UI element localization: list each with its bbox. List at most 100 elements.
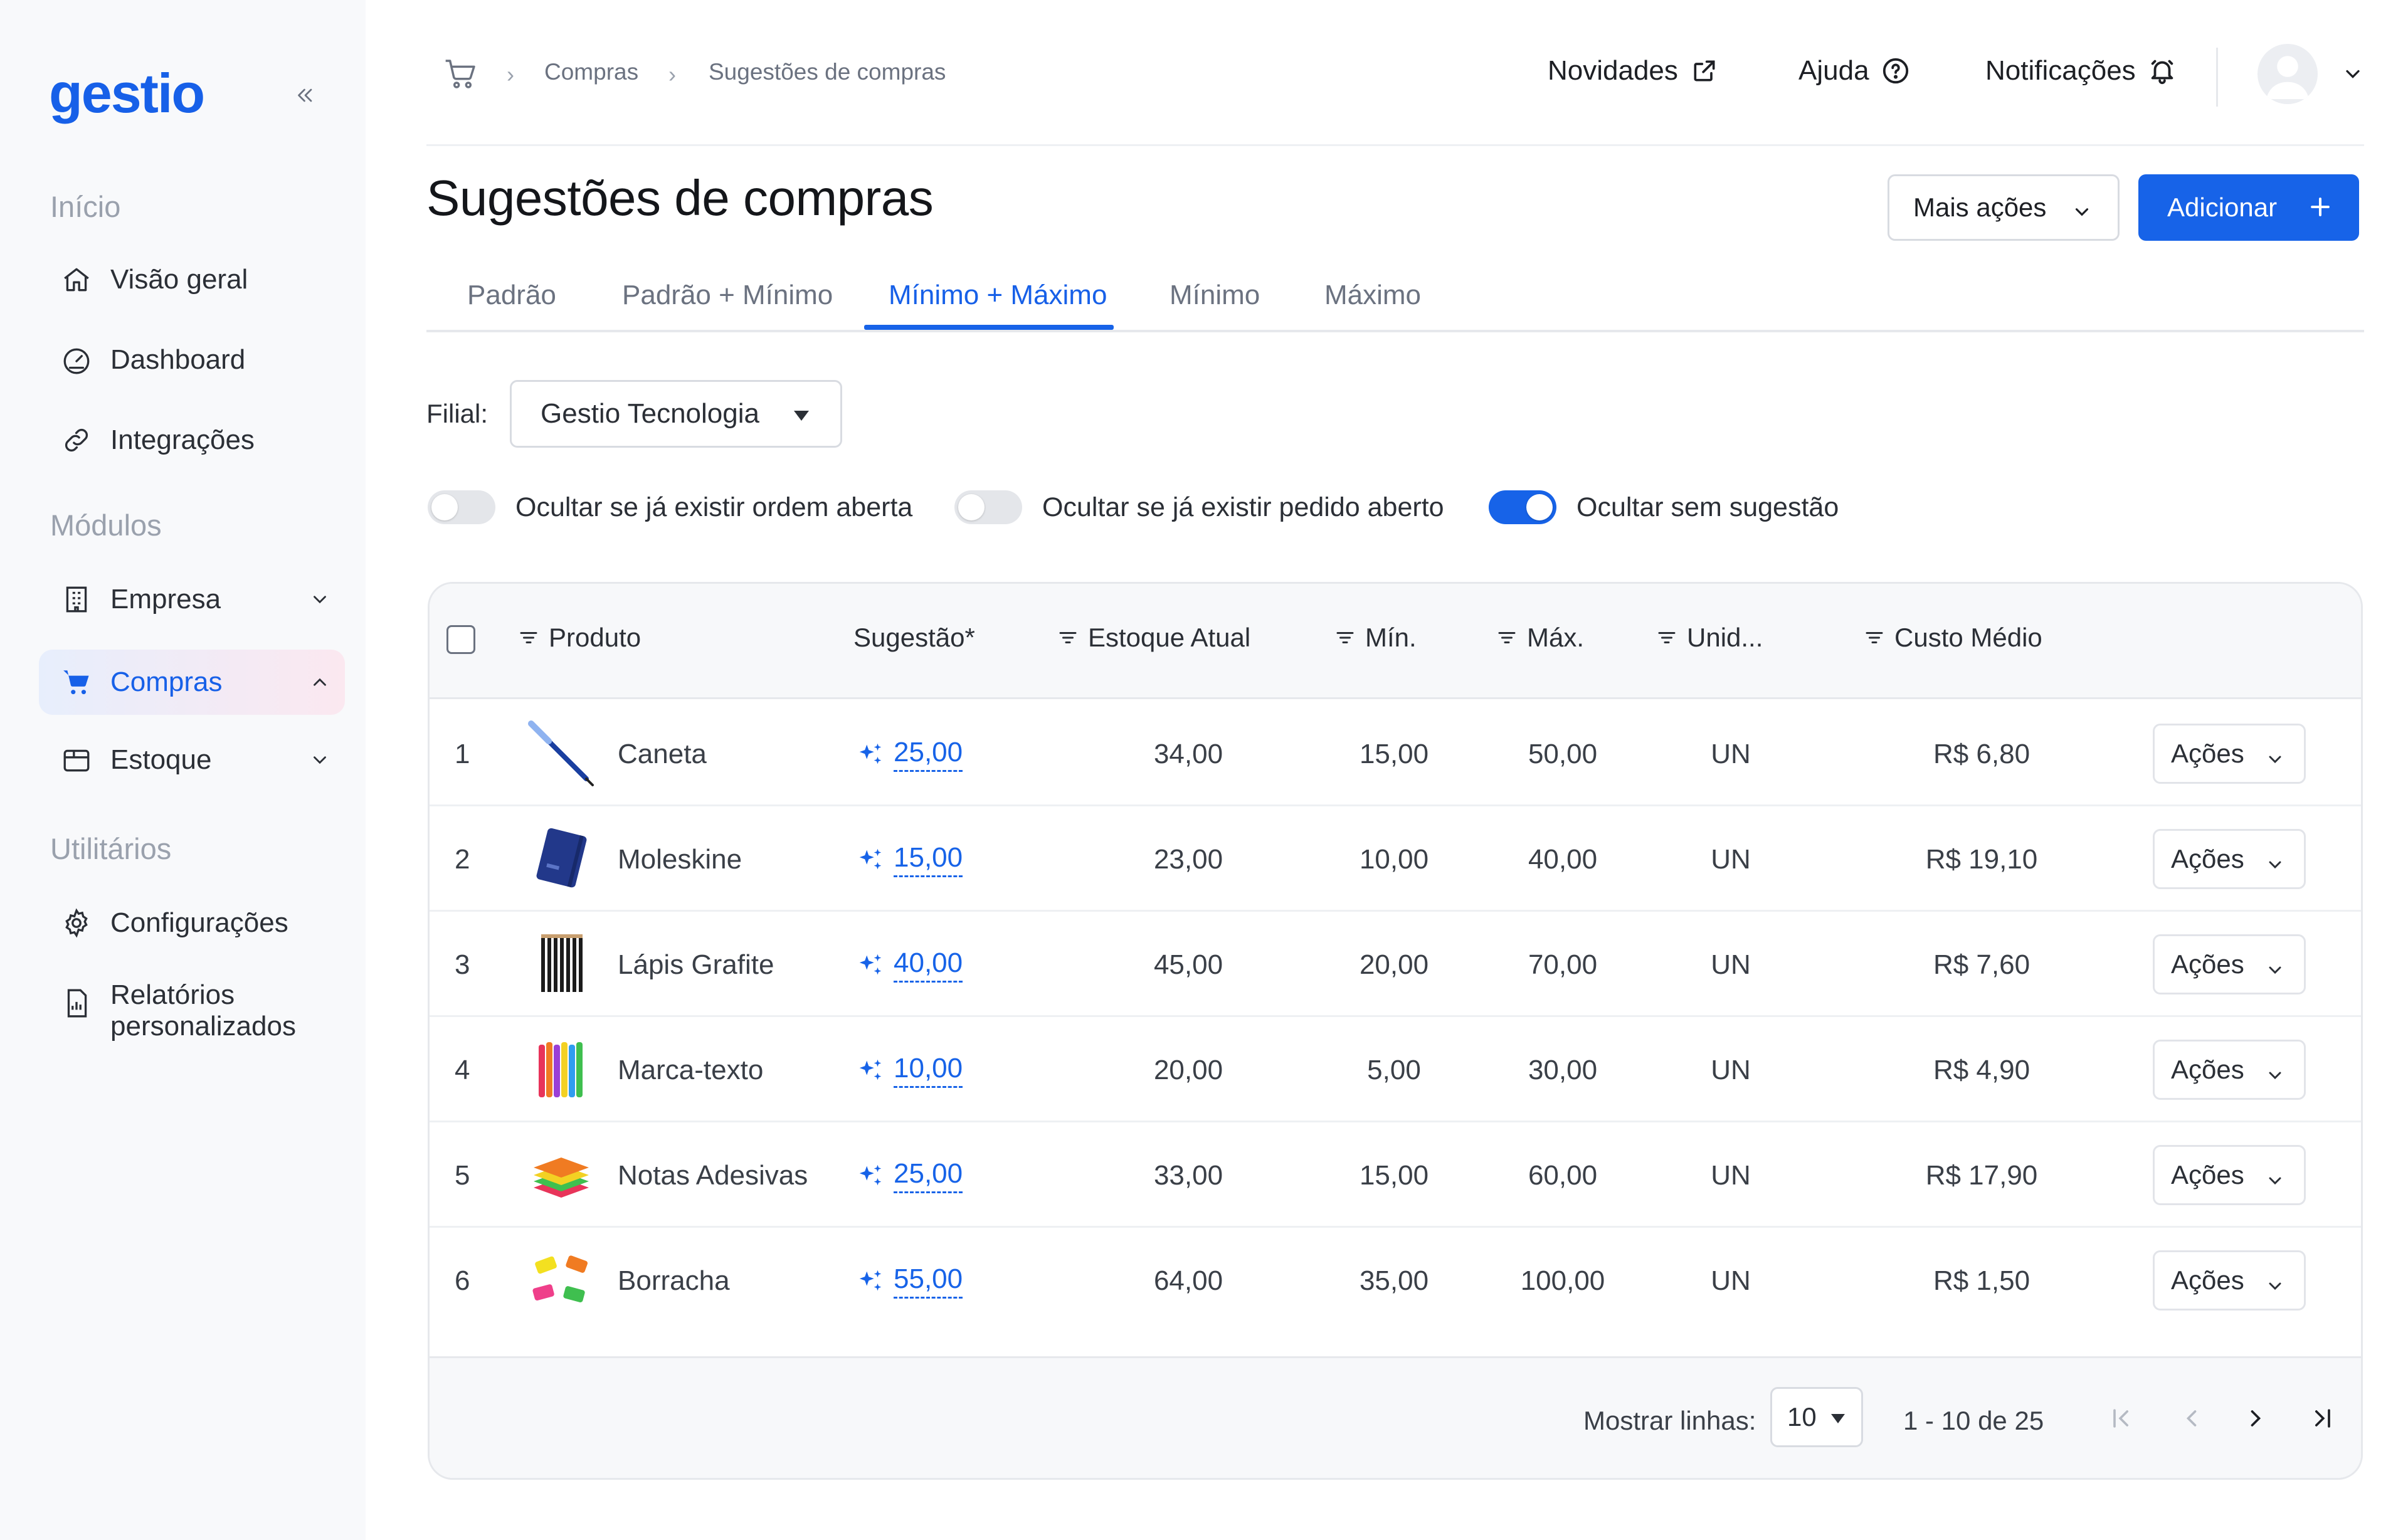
sidebar-item-visao-geral[interactable]: Visão geral	[39, 247, 345, 312]
filial-select[interactable]: Gestio Tecnologia	[510, 380, 842, 448]
next-page-icon[interactable]	[2237, 1400, 2274, 1437]
suggestion-value[interactable]: 25,00	[856, 1158, 963, 1193]
sidebar-item-compras[interactable]: Compras	[39, 650, 345, 715]
sparkle-icon	[859, 1164, 882, 1185]
filter-icon	[1334, 626, 1356, 649]
max-value: 30,00	[1528, 1055, 1598, 1085]
add-button[interactable]: Adicionar	[2138, 174, 2359, 241]
table-row[interactable]: 5 Notas Adesivas 25,00 33,00 15,00 60,00…	[430, 1122, 2361, 1228]
tab-padrao-minimo[interactable]: Padrão + Mínimo	[622, 280, 833, 332]
section-modulos: Módulos	[50, 509, 162, 542]
toggle-switch[interactable]	[1489, 490, 1556, 524]
suggestion-text: 55,00	[894, 1263, 963, 1299]
breadcrumb-compras[interactable]: Compras	[544, 59, 638, 85]
cart-icon[interactable]	[443, 56, 478, 95]
column-estoque-atual[interactable]: Estoque Atual	[1057, 623, 1250, 653]
tab-minimo[interactable]: Mínimo	[1170, 280, 1260, 332]
filter-icon	[1863, 626, 1886, 649]
tab-padrao[interactable]: Padrão	[467, 280, 556, 332]
sidebar-item-estoque[interactable]: Estoque	[39, 727, 345, 793]
column-min[interactable]: Mín.	[1334, 623, 1417, 653]
sidebar-item-empresa[interactable]: Empresa	[39, 567, 345, 632]
avatar[interactable]	[2258, 44, 2318, 104]
toggle-switch[interactable]	[954, 490, 1022, 524]
custo-medio: R$ 17,90	[1925, 1160, 2038, 1191]
column-produto[interactable]: Produto	[517, 623, 641, 653]
toggle-switch[interactable]	[428, 490, 495, 524]
first-page-icon[interactable]	[2103, 1400, 2140, 1437]
sidebar-item-dashboard[interactable]: Dashboard	[39, 327, 345, 393]
column-label: Unid...	[1687, 623, 1763, 652]
gestio-logo[interactable]: gestio	[49, 61, 205, 125]
more-actions-label: Mais ações	[1913, 192, 2047, 222]
table-row[interactable]: 3 Lápis Grafite 40,00 45,00 20,00 70,00 …	[430, 912, 2361, 1017]
row-number: 6	[455, 1265, 470, 1296]
bell-icon	[2147, 56, 2177, 86]
chevron-down-icon	[2265, 1167, 2285, 1197]
min-value: 20,00	[1359, 949, 1429, 980]
rows-per-page-select[interactable]: 10	[1770, 1387, 1863, 1447]
suggestion-text: 15,00	[894, 841, 963, 877]
chevron-down-icon	[2265, 1062, 2285, 1092]
previous-page-icon[interactable]	[2173, 1400, 2210, 1437]
report-icon	[59, 986, 94, 1021]
sidebar-item-configuracoes[interactable]: Configurações	[39, 890, 345, 956]
row-actions-button[interactable]: Ações	[2153, 1145, 2306, 1205]
column-custo-medio[interactable]: Custo Médio	[1863, 623, 2042, 653]
table-body: 1 Caneta 25,00 34,00 15,00 50,00 UN R$ 6…	[430, 701, 2361, 1320]
column-sugestao[interactable]: Sugestão*	[853, 623, 975, 653]
highlighters-product-image	[524, 1032, 599, 1107]
novidades-link[interactable]: Novidades	[1548, 55, 1719, 87]
pen-product-image	[524, 716, 599, 791]
table-row[interactable]: 4 Marca-texto 10,00 20,00 5,00 30,00 UN …	[430, 1017, 2361, 1122]
suggestion-value[interactable]: 10,00	[856, 1052, 963, 1088]
table-row[interactable]: 2 Moleskine 15,00 23,00 10,00 40,00 UN R…	[430, 806, 2361, 912]
actions-label: Ações	[2171, 949, 2244, 979]
suggestion-value[interactable]: 40,00	[856, 947, 963, 983]
top-bar: › Compras › Sugestões de compras Novidad…	[426, 44, 2364, 107]
suggestion-value[interactable]: 15,00	[856, 841, 963, 877]
breadcrumb-separator-icon: ›	[668, 61, 676, 87]
sidebar-item-relatorios[interactable]: Relatórios personalizados	[39, 971, 345, 1050]
row-actions-button[interactable]: Ações	[2153, 934, 2306, 994]
max-value: 70,00	[1528, 949, 1598, 980]
table-row[interactable]: 1 Caneta 25,00 34,00 15,00 50,00 UN R$ 6…	[430, 701, 2361, 806]
sidebar-item-label-line1: Relatórios	[110, 979, 235, 1010]
more-actions-button[interactable]: Mais ações	[1888, 174, 2120, 241]
tabs: Padrão Padrão + Mínimo Mínimo + Máximo M…	[426, 276, 2364, 332]
actions-label: Ações	[2171, 739, 2244, 768]
filter-icon	[517, 626, 540, 649]
pagination-range: 1 - 10 de 25	[1903, 1406, 2044, 1435]
filter-icon	[1496, 626, 1518, 649]
toggle-label: Ocultar sem sugestão	[1576, 492, 1839, 522]
unit: UN	[1711, 949, 1751, 980]
filial-label: Filial:	[426, 399, 488, 428]
table-row[interactable]: 6 Borracha 55,00 64,00 35,00 100,00 UN R…	[430, 1228, 2361, 1320]
breadcrumb-separator-icon: ›	[507, 61, 514, 87]
select-all-checkbox[interactable]	[446, 625, 475, 654]
collapse-sidebar-button[interactable]	[288, 76, 322, 114]
row-actions-button[interactable]: Ações	[2153, 724, 2306, 784]
toggle-sem-sugestao[interactable]: Ocultar sem sugestão	[1489, 490, 1839, 524]
toggle-pedido-aberto[interactable]: Ocultar se já existir pedido aberto	[954, 490, 1444, 524]
tab-maximo[interactable]: Máximo	[1324, 280, 1421, 332]
row-actions-button[interactable]: Ações	[2153, 1250, 2306, 1311]
custo-medio: R$ 6,80	[1933, 739, 2030, 769]
toggle-label: Ocultar se já existir ordem aberta	[515, 492, 913, 522]
last-page-icon[interactable]	[2303, 1400, 2341, 1437]
suggestion-value[interactable]: 55,00	[856, 1263, 963, 1299]
chevron-down-icon	[2071, 199, 2093, 229]
toggle-ordem-aberta[interactable]: Ocultar se já existir ordem aberta	[428, 490, 912, 524]
sidebar-item-integracoes[interactable]: Integrações	[39, 408, 345, 473]
suggestion-value[interactable]: 25,00	[856, 736, 963, 772]
notificacoes-link[interactable]: Notificações	[1985, 55, 2177, 87]
column-max[interactable]: Máx.	[1496, 623, 1584, 653]
column-unidade[interactable]: Unid...	[1656, 623, 1763, 653]
row-number: 5	[455, 1160, 470, 1191]
row-actions-button[interactable]: Ações	[2153, 1040, 2306, 1100]
row-actions-button[interactable]: Ações	[2153, 829, 2306, 889]
chevron-down-icon[interactable]	[2342, 63, 2364, 88]
filter-icon	[1057, 626, 1079, 649]
ajuda-link[interactable]: Ajuda	[1798, 55, 1911, 87]
notebook-product-image	[524, 821, 599, 897]
